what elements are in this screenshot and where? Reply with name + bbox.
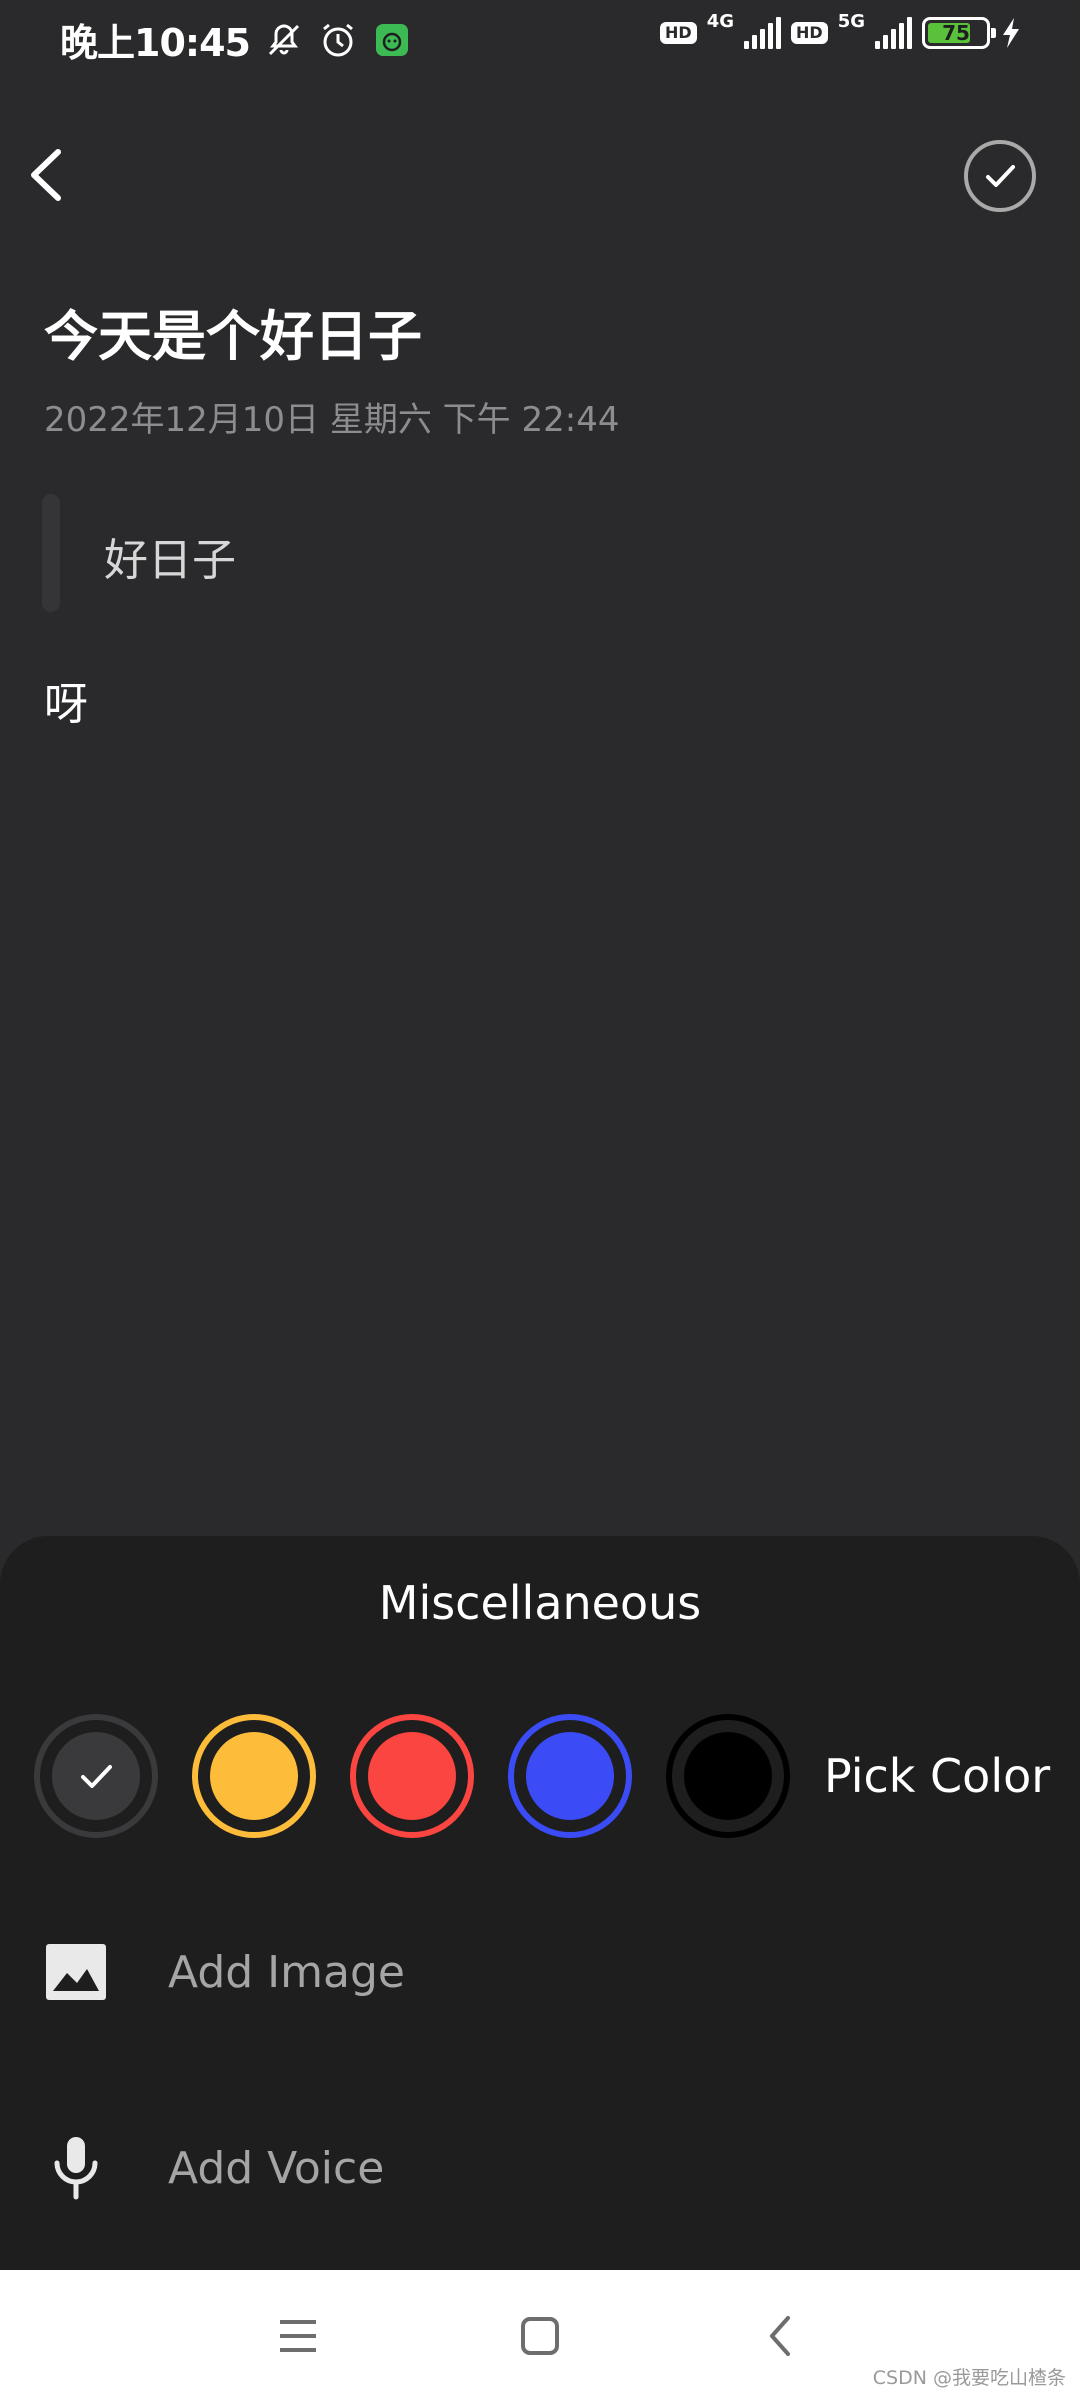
- sheet-title: Miscellaneous: [378, 1576, 702, 1630]
- note-date: 2022年12月10日 星期六 下午 22:44: [44, 400, 620, 440]
- watermark: CSDN @我要吃山楂条: [872, 2367, 1066, 2389]
- add-voice-button[interactable]: Add Voice: [44, 2136, 384, 2200]
- pick-color-button[interactable]: Pick Color: [824, 1749, 1050, 1803]
- network-type-label-2: 5G: [837, 10, 865, 32]
- add-image-label: Add Image: [168, 1946, 405, 1998]
- signal-strength-icon-2: [875, 17, 912, 49]
- nav-back-button[interactable]: [750, 2304, 814, 2368]
- color-swatch-yellow[interactable]: [192, 1714, 316, 1838]
- color-swatch-default[interactable]: [34, 1714, 158, 1838]
- quote-bar: [42, 494, 60, 612]
- status-right: HD 4G HD 5G 75: [660, 11, 1022, 50]
- hd-badge: HD: [660, 22, 697, 44]
- nav-home-button[interactable]: [508, 2304, 572, 2368]
- microphone-icon: [44, 2136, 108, 2200]
- check-icon: [81, 1765, 112, 1788]
- alarm-icon: [323, 23, 353, 56]
- status-left: 晚上10:45: [60, 12, 412, 67]
- charging-icon: [1003, 18, 1019, 48]
- status-time: 晚上10:45: [60, 21, 251, 65]
- check-icon: [986, 165, 1015, 187]
- chevron-left-icon: [770, 2316, 790, 2356]
- note-editor-screen: 晚上10:45 HD 4G HD 5G 75 今天是个好日子 2022年12月1…: [0, 0, 1080, 2400]
- battery-icon: 75: [922, 17, 996, 49]
- network-type-label: 4G: [706, 10, 735, 32]
- color-picker-row: Pick Color: [34, 1714, 1050, 1838]
- color-swatch-blue[interactable]: [508, 1714, 632, 1838]
- signal-strength-icon: [744, 17, 782, 49]
- battery-percent: 75: [942, 21, 970, 45]
- add-image-button[interactable]: Add Image: [44, 1940, 405, 2004]
- app-notification-icon: [375, 23, 408, 56]
- note-body[interactable]: 呀: [44, 668, 88, 732]
- color-swatch-red[interactable]: [350, 1714, 474, 1838]
- note-title[interactable]: 今天是个好日子: [44, 292, 422, 371]
- menu-icon: [280, 2320, 316, 2352]
- navigation-bar: CSDN @我要吃山楂条: [0, 2270, 1080, 2400]
- quote-block[interactable]: 好日子: [42, 494, 542, 612]
- vibrate-mute-icon: [268, 24, 300, 55]
- nav-menu-button[interactable]: [266, 2304, 330, 2368]
- miscellaneous-sheet: Miscellaneous Pick Color Add Image Add V…: [0, 1536, 1080, 2270]
- image-icon: [44, 1940, 108, 2004]
- chevron-left-icon: [31, 149, 61, 201]
- color-swatch-black[interactable]: [666, 1714, 790, 1838]
- add-voice-label: Add Voice: [168, 2142, 385, 2194]
- hd-badge-2: HD: [791, 22, 828, 44]
- save-button[interactable]: [964, 140, 1036, 212]
- quote-text: 好日子: [104, 535, 236, 586]
- back-button[interactable]: [14, 140, 84, 210]
- home-square-icon: [521, 2317, 559, 2355]
- status-bar: 晚上10:45 HD 4G HD 5G 75: [0, 0, 1080, 80]
